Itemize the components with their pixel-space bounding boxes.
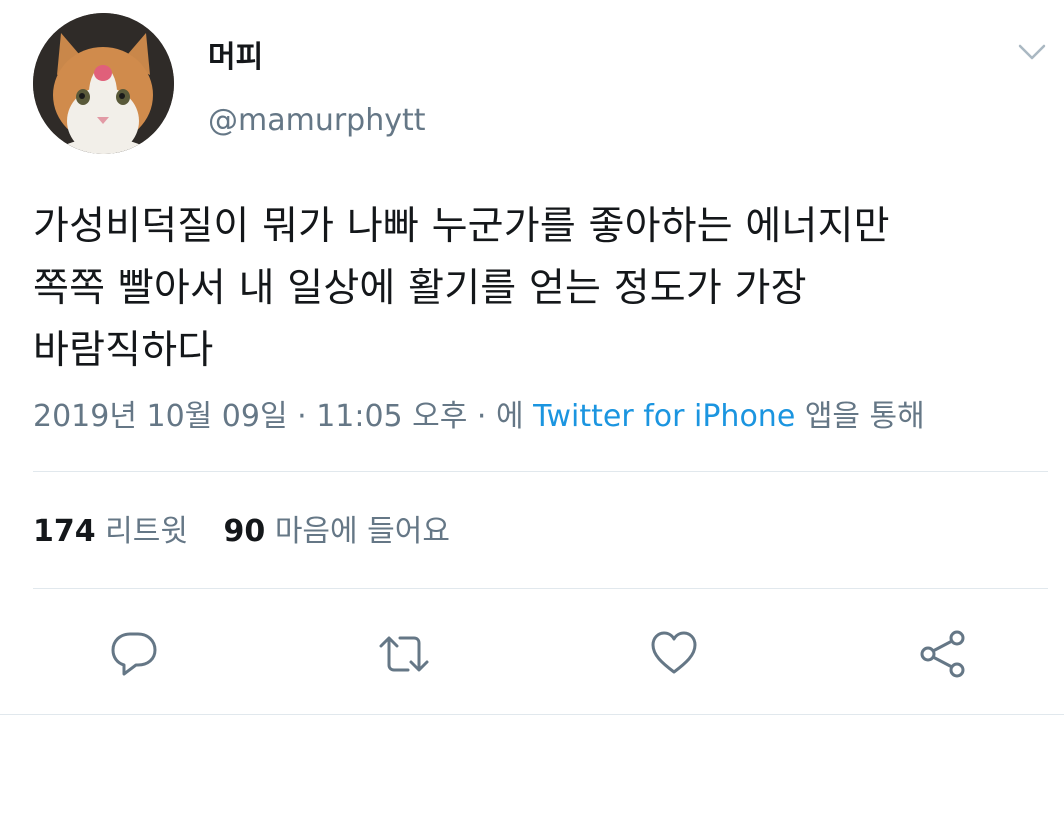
reply-icon: [111, 632, 157, 676]
tweet-time[interactable]: 11:05 오후: [316, 399, 467, 434]
meta-separator: ·: [287, 399, 317, 434]
meta-separator: ·: [467, 399, 496, 434]
divider: [33, 588, 1048, 589]
user-handle[interactable]: @mamurphytt: [208, 103, 426, 139]
retweet-stat[interactable]: 174 리트윗: [33, 514, 188, 549]
heart-icon: [651, 631, 697, 674]
tweet-detail: 머피 @mamurphytt 가성비덕질이 뭐가 나빠 누군가를 좋아하는 에너…: [0, 0, 1064, 825]
retweet-count: 174: [33, 514, 96, 549]
tweet-stats: 174 리트윗 90 마음에 들어요: [33, 512, 476, 552]
avatar[interactable]: [33, 13, 174, 154]
display-name[interactable]: 머피: [208, 40, 263, 76]
share-button[interactable]: [918, 628, 970, 680]
source-link[interactable]: Twitter for iPhone: [533, 399, 795, 434]
tweet-text: 가성비덕질이 뭐가 나빠 누군가를 좋아하는 에너지만 쪽쪽 빨아서 내 일상에…: [33, 196, 1043, 382]
retweet-label: 리트윗: [105, 514, 188, 549]
divider: [0, 714, 1064, 715]
retweet-button[interactable]: [378, 628, 430, 680]
like-stat[interactable]: 90 마음에 들어요: [224, 514, 450, 549]
reply-button[interactable]: [108, 628, 160, 680]
share-icon: [920, 630, 965, 678]
like-count: 90: [223, 514, 266, 549]
like-button[interactable]: [648, 628, 700, 680]
like-label: 마음에 들어요: [274, 514, 450, 549]
tweet-text-line: 쪽쪽 빨아서 내 일상에 활기를 얻는 정도가 가장: [33, 266, 807, 311]
tweet-text-line: 가성비덕질이 뭐가 나빠 누군가를 좋아하는 에너지만: [33, 204, 890, 249]
tweet-text-line: 바람직하다: [33, 328, 214, 373]
tweet-date[interactable]: 2019년 10월 09일: [33, 399, 288, 434]
chevron-down-icon[interactable]: [1016, 40, 1048, 64]
retweet-icon: [379, 636, 429, 672]
tweet-meta: 2019년 10월 09일 · 11:05 오후 · 에 Twitter for…: [33, 397, 925, 437]
divider: [33, 471, 1048, 472]
via-suffix: 앱을 통해: [795, 399, 925, 434]
via-prefix: 에: [496, 399, 534, 434]
cat-avatar-icon: [33, 13, 174, 154]
